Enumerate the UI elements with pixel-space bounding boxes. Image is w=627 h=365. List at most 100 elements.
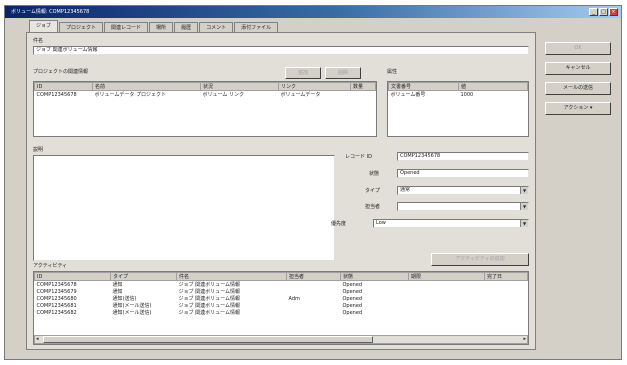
app-window: ボリューム情報: COMP12345678 _ □ × ジョブ プロジェクト 関… <box>4 5 622 360</box>
table-cell <box>287 281 341 289</box>
table-cell <box>409 281 485 289</box>
table-cell <box>485 295 528 302</box>
table-cell: 1000 <box>460 91 474 98</box>
table-cell: COMP12345678 <box>36 91 77 98</box>
table-cell <box>409 309 485 316</box>
priority-select-value: Low <box>376 220 386 226</box>
record-id-label: レコード ID <box>345 154 372 160</box>
ok-button[interactable]: OK <box>545 42 611 55</box>
related-col-link[interactable]: リンク <box>278 82 351 91</box>
type-select[interactable]: 通常 ▼ <box>397 186 529 195</box>
priority-select[interactable]: Low ▼ <box>373 219 529 228</box>
close-icon[interactable]: × <box>609 8 618 16</box>
table-cell <box>351 91 376 99</box>
scroll-thumb[interactable] <box>43 336 373 343</box>
table-cell <box>287 288 341 295</box>
activity-col-completed[interactable]: 完了日 <box>484 272 528 281</box>
record-id-field[interactable]: COMP12345678 <box>397 152 529 161</box>
priority-label: 優先度 <box>331 221 347 227</box>
attributes-label: 属性 <box>387 69 398 75</box>
chevron-down-icon[interactable]: ▼ <box>520 203 528 210</box>
activity-col-subject[interactable]: 件名 <box>176 272 287 281</box>
table-cell: ボリューム番号 <box>390 92 426 98</box>
table-cell: 通知(メール送信) <box>112 303 152 309</box>
table-cell <box>409 302 485 309</box>
chevron-down-icon[interactable]: ▼ <box>520 187 528 194</box>
related-col-qty[interactable]: 数量 <box>350 82 376 91</box>
table-cell: COMP12345682 <box>36 309 77 316</box>
activity-col-owner[interactable]: 担当者 <box>286 272 341 281</box>
send-email-button[interactable]: メールの送信 <box>545 82 611 95</box>
title-bar: ボリューム情報: COMP12345678 _ □ × <box>5 6 621 18</box>
table-cell: COMP12345681 <box>36 302 77 309</box>
related-col-id[interactable]: ID <box>34 82 93 91</box>
table-row[interactable]: COMP12345678 通知 ジョブ 関連ボリューム情報 Opened <box>35 281 528 289</box>
description-textarea[interactable] <box>33 155 335 261</box>
attr-col-value[interactable]: 値 <box>458 82 528 91</box>
table-cell: 通知(メール送信) <box>112 310 152 316</box>
table-cell: COMP12345680 <box>36 295 77 302</box>
related-remove-button[interactable]: 削除 <box>325 67 361 79</box>
table-cell <box>485 309 528 316</box>
activity-col-status[interactable]: 状態 <box>340 272 409 281</box>
table-cell: ジョブ 関連ボリューム情報 <box>178 282 240 288</box>
table-cell: ジョブ 関連ボリューム情報 <box>178 289 240 295</box>
scroll-right-icon[interactable]: ▸ <box>523 336 526 343</box>
description-label: 説明 <box>33 147 44 153</box>
related-add-button[interactable]: 追加 <box>285 67 321 79</box>
subject-field[interactable]: ジョブ 関連ボリューム情報 <box>33 46 529 55</box>
table-cell <box>287 309 341 316</box>
minimize-icon[interactable]: _ <box>589 8 598 16</box>
activity-col-due[interactable]: 期限 <box>408 272 485 281</box>
table-cell: Opened <box>342 295 363 302</box>
job-tab-panel: 件名 ジョブ 関連ボリューム情報 プロジェクトの関連情報 追加 削除 ID 名前… <box>26 32 536 350</box>
actions-button[interactable]: アクション ▾ <box>545 102 611 115</box>
table-cell: COMP12345678 <box>36 281 77 288</box>
type-select-value: 通常 <box>400 187 411 193</box>
table-cell: Opened <box>342 288 363 295</box>
owner-label: 担当者 <box>365 204 381 210</box>
table-cell <box>485 281 528 289</box>
table-row[interactable]: ボリューム番号 1000 <box>389 91 528 99</box>
scroll-left-icon[interactable]: ◂ <box>36 336 39 343</box>
related-col-name[interactable]: 名前 <box>92 82 201 91</box>
table-cell <box>485 288 528 295</box>
activity-table: ID タイプ 件名 担当者 状態 期限 完了日 COMP12345678 通知 ジョ… <box>33 271 529 345</box>
attr-col-name[interactable]: 文書番号 <box>388 82 459 91</box>
activity-col-type[interactable]: タイプ <box>110 272 177 281</box>
table-row[interactable]: COMP12345681 通知(メール送信) ジョブ 関連ボリューム情報 Opened <box>35 302 528 310</box>
subject-label: 件名 <box>33 38 44 44</box>
owner-select[interactable]: ▼ <box>397 202 529 211</box>
table-row[interactable]: COMP12345680 通知(送信) ジョブ 関連ボリューム情報 Adm Opened <box>35 295 528 303</box>
table-cell: Opened <box>342 302 363 309</box>
status-field[interactable]: Opened <box>397 169 529 178</box>
table-cell: Opened <box>342 281 363 288</box>
type-label: タイプ <box>365 188 381 194</box>
table-cell: ジョブ 関連ボリューム情報 <box>178 310 240 316</box>
table-cell: ジョブ 関連ボリューム情報 <box>178 303 240 309</box>
maximize-icon[interactable]: □ <box>599 8 608 16</box>
related-info-label: プロジェクトの関連情報 <box>33 69 89 75</box>
related-info-table: ID 名前 状況 リンク 数量 COMP12345678 ボリュームデータ プロ… <box>33 81 377 137</box>
add-activity-button[interactable]: アクティビティの追加 <box>431 253 529 266</box>
table-row[interactable]: COMP12345679 通知 ジョブ 関連ボリューム情報 Opened <box>35 288 528 296</box>
activity-col-id[interactable]: ID <box>34 272 111 281</box>
status-label: 状態 <box>369 171 380 177</box>
related-col-status[interactable]: 状況 <box>200 82 279 91</box>
table-cell: COMP12345679 <box>36 288 77 295</box>
table-cell: 通知 <box>112 289 123 295</box>
cancel-button[interactable]: キャンセル <box>545 62 611 75</box>
window-title: ボリューム情報: COMP12345678 <box>11 9 90 15</box>
activity-hscrollbar[interactable]: ◂ ▸ <box>34 335 528 344</box>
table-cell <box>409 288 485 295</box>
table-cell: ボリュームデータ <box>280 92 321 98</box>
table-cell: Opened <box>342 309 363 316</box>
chevron-down-icon[interactable]: ▼ <box>520 220 528 227</box>
attributes-table: 文書番号 値 ボリューム番号 1000 <box>387 81 529 137</box>
table-row[interactable]: COMP12345678 ボリュームデータ プロジェクト ボリューム リンク ボ… <box>35 91 376 99</box>
table-cell: Adm <box>288 295 300 302</box>
table-row[interactable]: COMP12345682 通知(メール送信) ジョブ 関連ボリューム情報 Opened <box>35 309 528 317</box>
table-cell: ボリューム リンク <box>202 92 244 98</box>
table-cell: ジョブ 関連ボリューム情報 <box>178 296 240 302</box>
table-cell <box>287 302 341 309</box>
